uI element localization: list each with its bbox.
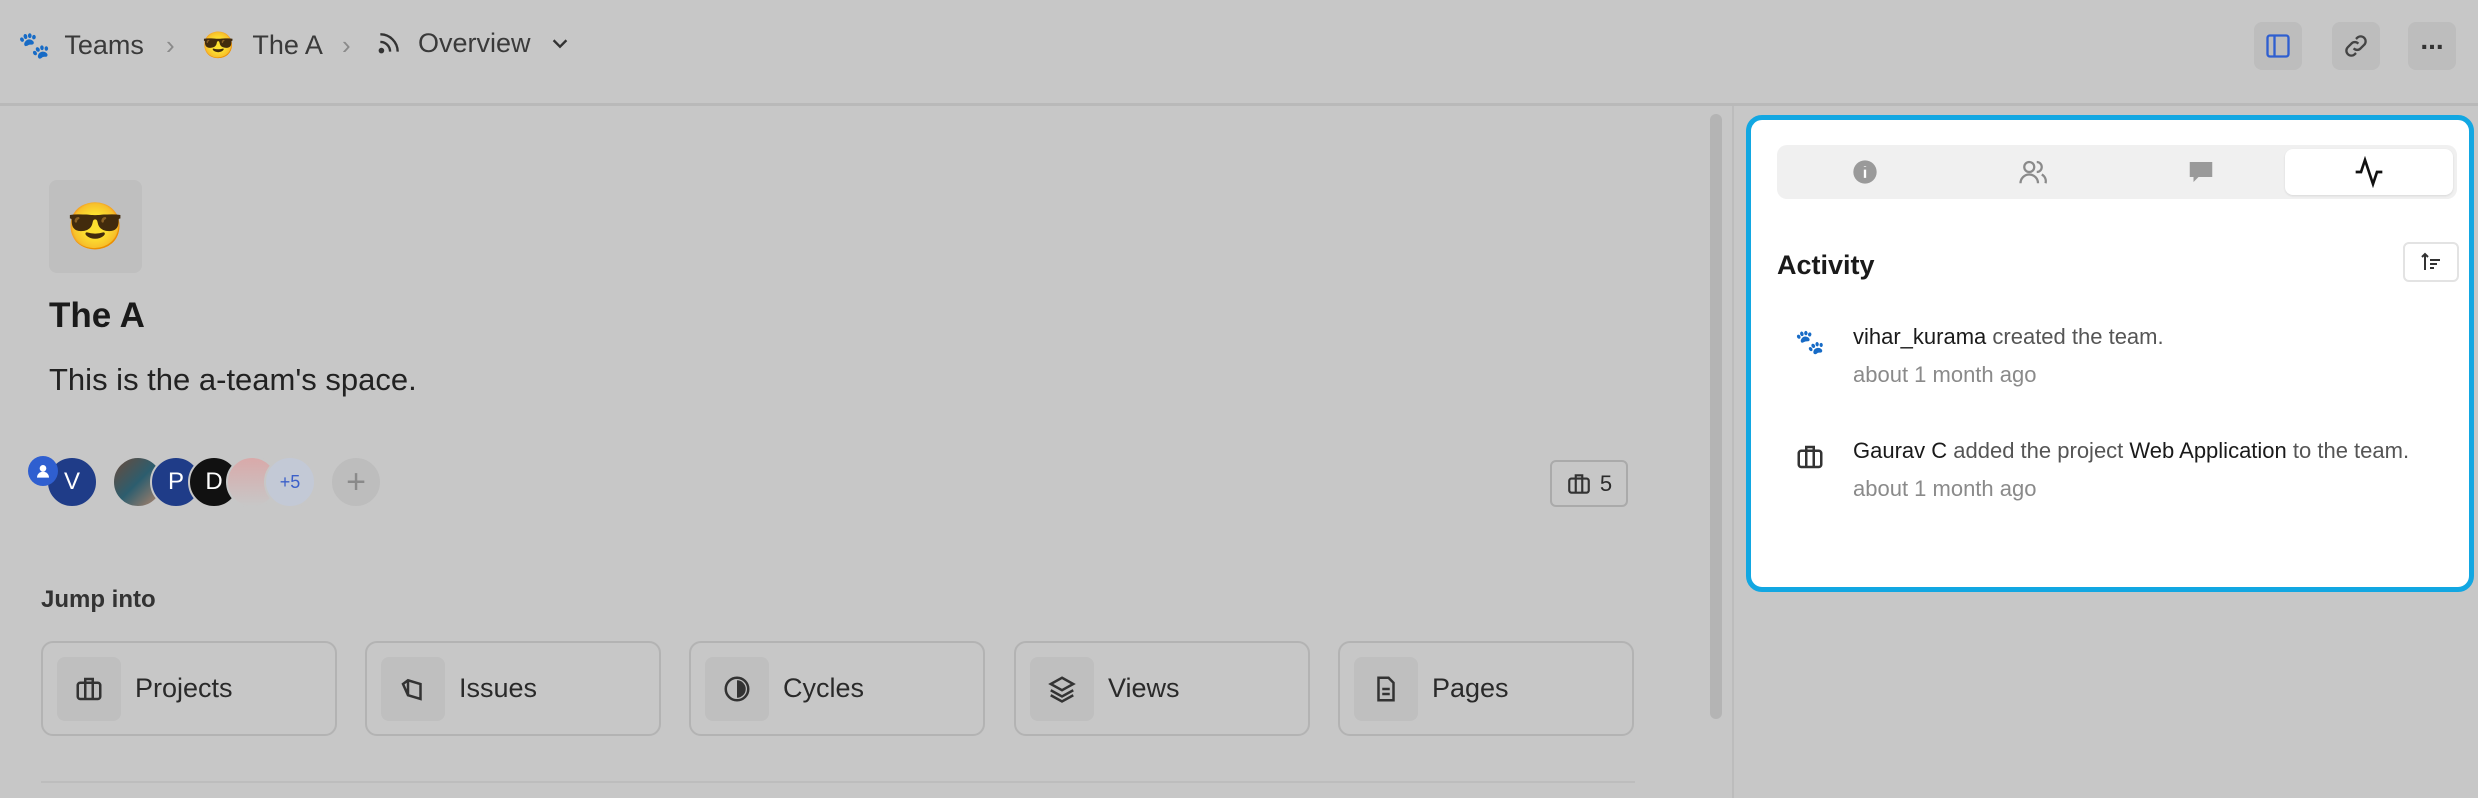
sidebar-toggle-button[interactable] — [2254, 22, 2302, 70]
info-icon — [1853, 160, 1877, 184]
team-lead-icon — [28, 456, 58, 486]
section-divider — [41, 781, 1635, 783]
copy-link-button[interactable] — [2332, 22, 2380, 70]
sort-order-button[interactable] — [2403, 242, 2459, 282]
page-icon — [1354, 656, 1418, 721]
members-icon — [2019, 160, 2047, 184]
jump-label: Cycles — [783, 673, 865, 703]
jump-label: Issues — [459, 673, 538, 703]
briefcase-icon — [1795, 442, 1853, 502]
activity-actor[interactable]: Gaurav C — [1853, 438, 1947, 463]
panel-tabs — [1777, 145, 2457, 199]
jump-label: Projects — [135, 673, 233, 703]
jump-issues[interactable]: Issues — [365, 641, 661, 736]
activity-actor[interactable]: vihar_kurama — [1853, 324, 1986, 349]
chevron-right-icon: › — [166, 30, 175, 60]
sidebar-icon — [2266, 34, 2290, 58]
activity-text: created the team. — [1986, 324, 2164, 349]
cycle-icon — [705, 656, 769, 721]
team-emoji-icon: 😎 — [202, 29, 235, 60]
breadcrumb-team-label: The A — [252, 29, 323, 60]
team-emoji-tile[interactable]: 😎 — [49, 180, 142, 273]
activity-text: to the team. — [2286, 438, 2410, 463]
jump-label: Pages — [1432, 673, 1509, 703]
activity-item: 🐾 vihar_kurama created the team. about 1… — [1795, 322, 2164, 388]
briefcase-icon — [1568, 473, 1590, 494]
activity-text: added the project — [1947, 438, 2130, 463]
sort-ascending-icon — [2421, 252, 2440, 270]
more-options-button[interactable]: ... — [2408, 22, 2456, 70]
team-emoji: 😎 — [66, 200, 125, 252]
jump-label: Views — [1108, 673, 1180, 703]
rss-icon — [378, 33, 399, 54]
add-member-button[interactable]: + — [330, 456, 382, 508]
jump-views[interactable]: Views — [1014, 641, 1310, 736]
jump-into-heading: Jump into — [41, 586, 156, 613]
ellipsis-icon: ... — [2420, 24, 2444, 55]
breadcrumb-team[interactable]: 😎 The A — [202, 26, 323, 64]
activity-project-link[interactable]: Web Application — [2129, 438, 2286, 463]
projects-count: 5 — [1599, 470, 1613, 496]
link-icon — [2345, 35, 2367, 57]
layers-icon — [1030, 656, 1094, 721]
breadcrumb-teams[interactable]: 🐾 Teams — [18, 26, 144, 64]
issues-icon — [381, 656, 445, 721]
jump-cycles[interactable]: Cycles — [689, 641, 985, 736]
briefcase-icon — [57, 656, 121, 721]
chevron-right-icon: › — [342, 30, 351, 60]
tab-members[interactable] — [1949, 149, 2117, 195]
members-overflow-count[interactable]: +5 — [264, 456, 316, 508]
teams-icon: 🐾 — [18, 29, 51, 60]
chevron-down-icon — [552, 39, 567, 49]
activity-time: about 1 month ago — [1853, 476, 2037, 501]
team-name: The A — [49, 296, 145, 335]
tab-activity[interactable] — [2285, 149, 2453, 195]
panel-divider — [1732, 106, 1734, 798]
top-header: 🐾 Teams › 😎 The A › Overview ... — [0, 0, 2478, 106]
scrollbar[interactable] — [1710, 114, 1722, 719]
breadcrumb-overview-label: Overview — [418, 27, 531, 58]
projects-count-button[interactable]: 5 — [1550, 460, 1628, 507]
activity-item: Gaurav C added the project Web Applicati… — [1795, 436, 2409, 502]
team-description: This is the a-team's space. — [49, 362, 417, 397]
jump-pages[interactable]: Pages — [1338, 641, 1634, 736]
member-avatars[interactable]: V P D +5 + — [46, 456, 382, 508]
comment-icon — [2189, 162, 2213, 182]
tab-comments[interactable] — [2117, 149, 2285, 195]
activity-heading: Activity — [1777, 250, 1875, 280]
activity-time: about 1 month ago — [1853, 362, 2037, 387]
team-icon: 🐾 — [1795, 329, 1825, 356]
activity-icon — [2355, 156, 2383, 188]
jump-projects[interactable]: Projects — [41, 641, 337, 736]
breadcrumb-overview-dropdown[interactable]: Overview — [376, 24, 571, 62]
tab-info[interactable] — [1781, 149, 1949, 195]
activity-panel: Activity 🐾 vihar_kurama created the team… — [1746, 115, 2474, 592]
breadcrumb-teams-label: Teams — [64, 29, 144, 60]
